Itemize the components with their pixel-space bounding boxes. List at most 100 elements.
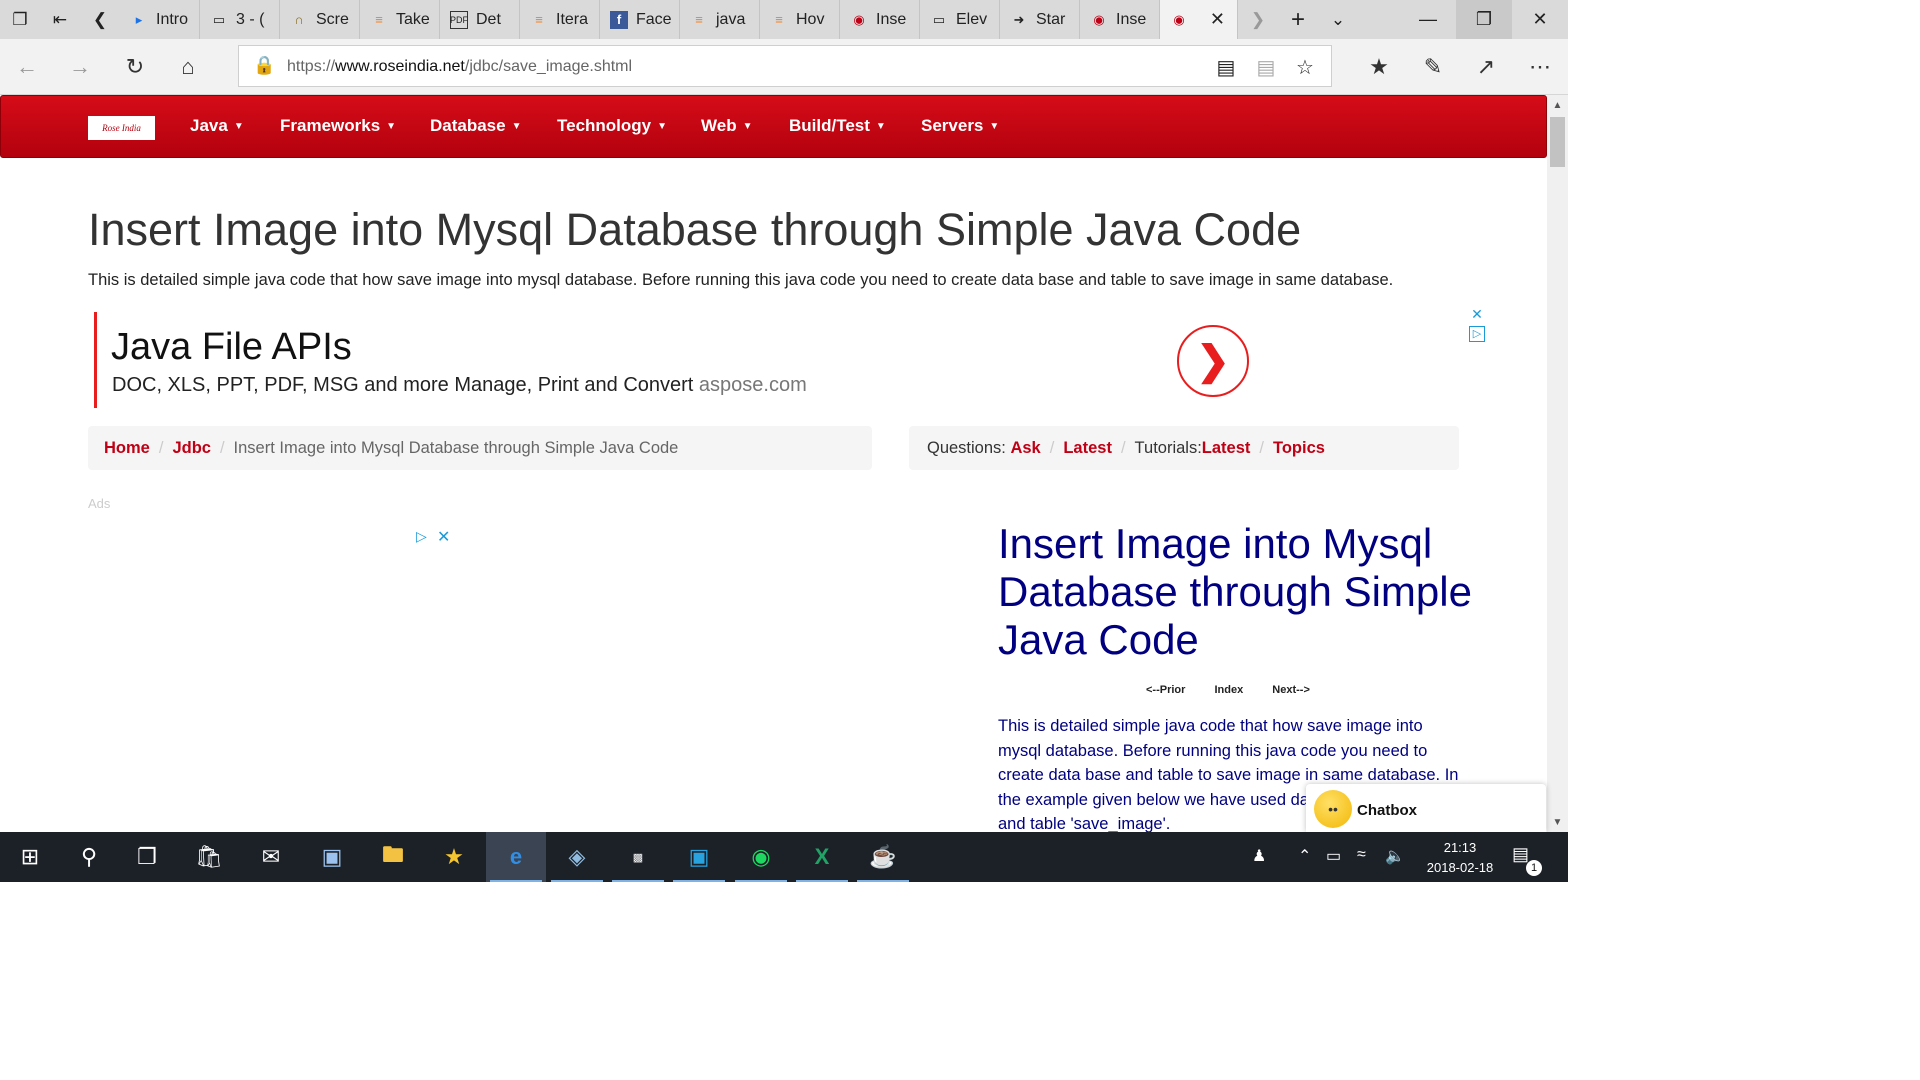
browser-tab[interactable]: PDF Det xyxy=(440,0,520,39)
browser-tab[interactable]: ▭ 3 - ( xyxy=(200,0,280,39)
java-icon[interactable]: ☕ xyxy=(853,832,913,882)
share-icon[interactable]: ↗ xyxy=(1469,51,1503,83)
close-tab-icon[interactable]: ✕ xyxy=(1210,9,1225,30)
ask-link[interactable]: Ask xyxy=(1010,439,1040,457)
home-icon[interactable]: ⌂ xyxy=(171,51,205,83)
restore-icon[interactable]: ❐ xyxy=(1456,0,1512,39)
menu-frameworks[interactable]: Frameworks ▼ xyxy=(280,116,396,136)
topics-link[interactable]: Topics xyxy=(1273,439,1325,457)
minimize-icon[interactable]: — xyxy=(1400,0,1456,39)
volume-icon[interactable]: 🔈 xyxy=(1385,846,1405,866)
window-icon: ▭ xyxy=(212,11,226,27)
menu-database[interactable]: Database ▼ xyxy=(430,116,522,136)
task-view-icon[interactable]: ❐ xyxy=(117,832,177,882)
wifi-icon[interactable]: ≈ xyxy=(1357,846,1366,864)
browser-tab[interactable]: ≡ java xyxy=(680,0,760,39)
address-bar[interactable]: 🔒 https://www.roseindia.net/jdbc/save_im… xyxy=(238,45,1332,87)
menu-servers[interactable]: Servers ▼ xyxy=(921,116,999,136)
browser-tab[interactable]: ∩ Scre xyxy=(280,0,360,39)
page-scrollbar[interactable]: ▲ ▼ xyxy=(1547,95,1568,832)
ad-close-icon[interactable]: ✕ xyxy=(437,527,450,547)
window-icon: ▭ xyxy=(932,11,946,27)
mysql-console-icon[interactable]: ▩ xyxy=(608,832,668,882)
set-tabs-aside-icon[interactable]: ⇤ xyxy=(40,0,80,39)
scroll-up-icon[interactable]: ▲ xyxy=(1547,95,1568,115)
tab-title: java xyxy=(716,10,746,28)
browser-tab[interactable]: ◉ Inse xyxy=(840,0,920,39)
breadcrumb-home-link[interactable]: Home xyxy=(104,439,150,457)
spotify-icon[interactable]: ◉ xyxy=(731,832,791,882)
roseindia-icon: ◉ xyxy=(1093,11,1105,27)
pdf-icon: PDF xyxy=(450,10,468,29)
prior-link[interactable]: <--Prior xyxy=(1146,684,1185,696)
banner-ad[interactable]: Java File APIs DOC, XLS, PPT, PDF, MSG a… xyxy=(94,306,1485,408)
menu-web[interactable]: Web ▼ xyxy=(701,116,752,136)
reading-view-icon[interactable]: ▤ xyxy=(1251,55,1281,79)
browser-tab-active[interactable]: ◉ ✕ xyxy=(1160,0,1238,39)
search-icon[interactable]: ⚲ xyxy=(59,832,119,882)
questions-latest-link[interactable]: Latest xyxy=(1063,439,1112,457)
forward-icon[interactable]: → xyxy=(63,51,97,83)
notes-pen-icon[interactable]: ✎ xyxy=(1416,51,1450,83)
file-explorer-icon[interactable]: 🖿 xyxy=(363,832,423,882)
scroll-tabs-right-icon[interactable]: ❯ xyxy=(1238,0,1278,39)
people-icon[interactable]: ♟ xyxy=(1252,846,1266,866)
ad-choices-icon[interactable]: ▷ xyxy=(416,528,427,545)
refresh-icon[interactable]: ↻ xyxy=(118,51,152,83)
questions-label: Questions: xyxy=(927,439,1006,457)
windows-taskbar: ⊞ ⚲ ❐ 🛍 ✉ ▣ 🖿 ★ e ◈ ▩ ▣ ◉ X ☕ ♟ ⌃ ▭ ≈ 🔈 … xyxy=(0,832,1568,882)
browser-tab[interactable]: ≡ Take xyxy=(360,0,440,39)
ad-title[interactable]: Java File APIs xyxy=(111,326,352,369)
ad-text[interactable]: DOC, XLS, PPT, PDF, MSG and more Manage,… xyxy=(112,374,807,397)
menu-build-test[interactable]: Build/Test ▼ xyxy=(789,116,886,136)
battery-icon[interactable]: ▭ xyxy=(1326,846,1341,866)
store-icon[interactable]: 🛍 xyxy=(179,832,239,882)
breadcrumb-jdbc-link[interactable]: Jdbc xyxy=(172,439,211,457)
url-text[interactable]: https://www.roseindia.net/jdbc/save_imag… xyxy=(287,58,632,76)
chatbox-widget[interactable]: •• Chatbox xyxy=(1306,784,1546,832)
ad-close-icon[interactable]: ✕ xyxy=(1469,306,1485,322)
mysql-workbench-icon[interactable]: ◈ xyxy=(547,832,607,882)
favorite-star-icon[interactable]: ☆ xyxy=(1290,55,1320,79)
excel-icon[interactable]: X xyxy=(792,832,852,882)
scroll-thumb[interactable] xyxy=(1550,117,1565,167)
scroll-tabs-left-icon[interactable]: ❮ xyxy=(80,0,120,39)
browser-tab[interactable]: ▭ Elev xyxy=(920,0,1000,39)
ad-choices-icon[interactable]: ▷ xyxy=(1469,326,1485,342)
tab-title: Hov xyxy=(796,10,825,28)
browser-tab[interactable]: ▸ Intro xyxy=(120,0,200,39)
browser-tab[interactable]: ≡ Itera xyxy=(520,0,600,39)
browser-tab[interactable]: ≡ Hov xyxy=(760,0,840,39)
tutorials-latest-link[interactable]: Latest xyxy=(1202,439,1251,457)
site-logo[interactable]: Rose India xyxy=(88,116,155,140)
tab-title: Inse xyxy=(876,10,907,28)
favorites-hub-icon[interactable]: ★ xyxy=(1362,51,1396,83)
browser-tab[interactable]: ➜ Star xyxy=(1000,0,1080,39)
star-app-icon[interactable]: ★ xyxy=(424,832,484,882)
mail-icon[interactable]: ✉ xyxy=(241,832,301,882)
menu-java[interactable]: Java ▼ xyxy=(190,116,244,136)
back-icon[interactable]: ← xyxy=(10,51,44,83)
reading-list-icon[interactable]: ▤ xyxy=(1211,55,1241,79)
taskbar-clock[interactable]: 21:13 2018-02-18 xyxy=(1410,838,1510,878)
menu-technology[interactable]: Technology ▼ xyxy=(557,116,667,136)
ad-arrow-icon[interactable]: ❯ xyxy=(1177,325,1249,397)
scroll-down-icon[interactable]: ▼ xyxy=(1547,812,1568,832)
index-link[interactable]: Index xyxy=(1215,684,1244,696)
more-options-icon[interactable]: ⋯ xyxy=(1523,51,1557,83)
show-hidden-icons-chevron-icon[interactable]: ⌃ xyxy=(1298,846,1311,866)
new-tab-icon[interactable]: + xyxy=(1278,0,1318,39)
app-frame-icon[interactable]: ▣ xyxy=(669,832,729,882)
edge-browser-icon[interactable]: e xyxy=(486,832,546,882)
virtualbox-icon[interactable]: ▣ xyxy=(302,832,362,882)
separator: / xyxy=(1259,439,1264,457)
browser-tab[interactable]: f Face xyxy=(600,0,680,39)
tab-list-chevron-icon[interactable]: ⌄ xyxy=(1318,0,1358,39)
start-windows-icon[interactable]: ⊞ xyxy=(0,832,60,882)
close-window-icon[interactable]: ✕ xyxy=(1512,0,1568,39)
next-link[interactable]: Next--> xyxy=(1272,684,1310,696)
browser-tab[interactable]: ◉ Inse xyxy=(1080,0,1160,39)
article-title: Insert Image into Mysql Database through… xyxy=(998,520,1472,663)
breadcrumb-separator: / xyxy=(219,439,225,457)
tab-manager-icon[interactable]: ❐ xyxy=(0,0,40,39)
